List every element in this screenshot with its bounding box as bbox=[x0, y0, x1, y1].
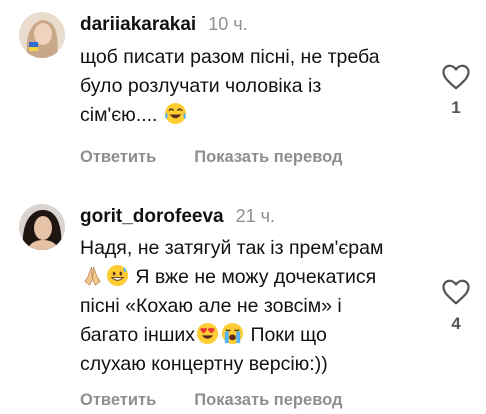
folded-hands-emoji bbox=[84, 266, 101, 286]
comment-line-text: Я вже не можу дочекатися bbox=[130, 266, 377, 288]
comment-line: багато інших Поки що bbox=[80, 321, 430, 350]
comment-text: Надя, не затягуй так із прем'єрам Я вже … bbox=[80, 234, 430, 379]
comment-line: слухаю концертну версію:)) bbox=[80, 353, 328, 375]
comment-actions: Ответить Показать перевод bbox=[80, 148, 342, 167]
comment-time: 21 ч. bbox=[235, 206, 275, 226]
comment-line: Я вже не можу дочекатися bbox=[80, 263, 430, 292]
grinning-sweat-emoji bbox=[106, 264, 129, 287]
comment-line: щоб писати разом пісні, не треба bbox=[80, 46, 380, 68]
comment-item: gorit_dorofeeva 21 ч. Надя, не затягуй т… bbox=[0, 196, 486, 414]
username[interactable]: gorit_dorofeeva bbox=[80, 206, 224, 228]
comment-item: dariiakarakai 10 ч. щоб писати разом піс… bbox=[0, 0, 486, 180]
loudly-crying-emoji bbox=[221, 322, 244, 345]
show-translation-button[interactable]: Показать перевод bbox=[194, 391, 342, 410]
show-translation-button[interactable]: Показать перевод bbox=[194, 148, 342, 167]
comment-line-text: сім'єю.... bbox=[80, 104, 163, 126]
reply-button[interactable]: Ответить bbox=[80, 148, 156, 167]
heart-outline-icon[interactable] bbox=[441, 278, 471, 306]
comment-line-text: Поки що bbox=[245, 324, 327, 346]
comment-line: було розлучати чоловіка із bbox=[80, 75, 322, 97]
comment-time: 10 ч. bbox=[208, 14, 248, 34]
comment-header: gorit_dorofeeva 21 ч. bbox=[80, 206, 275, 228]
heart-outline-icon[interactable] bbox=[441, 63, 471, 91]
comment-line: Надя, не затягуй так із прем'єрам bbox=[80, 237, 384, 259]
comment-actions: Ответить Показать перевод bbox=[80, 391, 342, 410]
face-with-tears-of-joy-emoji bbox=[164, 102, 186, 125]
like-count: 4 bbox=[451, 314, 461, 333]
comment-header: dariiakarakai 10 ч. bbox=[80, 14, 248, 36]
like-count: 1 bbox=[451, 98, 461, 117]
comment-text: щоб писати разом пісні, не треба було ро… bbox=[80, 43, 430, 130]
comment-line-text: багато інших bbox=[80, 324, 196, 346]
username[interactable]: dariiakarakai bbox=[80, 14, 196, 36]
comment-line: пісні «Кохаю але не зовсім» і bbox=[80, 295, 342, 317]
avatar[interactable] bbox=[19, 12, 65, 58]
reply-button[interactable]: Ответить bbox=[80, 391, 156, 410]
avatar[interactable] bbox=[19, 204, 65, 250]
heart-eyes-emoji bbox=[196, 322, 219, 345]
comment-line: сім'єю.... bbox=[80, 101, 430, 130]
